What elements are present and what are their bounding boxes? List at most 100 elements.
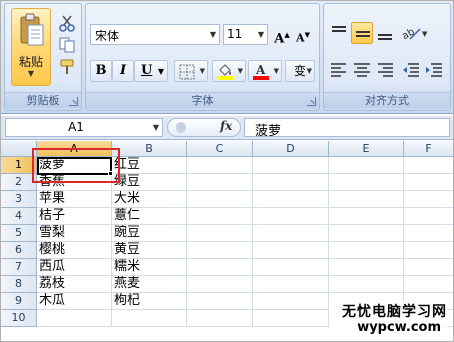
- cell-a[interactable]: 雪梨: [37, 225, 112, 242]
- cell-b[interactable]: 豌豆: [112, 225, 187, 242]
- phonetic-button[interactable]: 变 ▼: [285, 60, 315, 82]
- formula-input[interactable]: 菠萝: [244, 118, 450, 139]
- empty-cell[interactable]: [187, 191, 253, 208]
- chevron-down-icon[interactable]: ▼: [255, 25, 267, 44]
- empty-cell[interactable]: [404, 208, 453, 225]
- empty-cell[interactable]: [253, 157, 329, 174]
- cell-a[interactable]: 樱桃: [37, 242, 112, 259]
- fill-color-button[interactable]: ▼: [212, 60, 246, 82]
- empty-cell[interactable]: [329, 276, 404, 293]
- empty-cell[interactable]: [404, 259, 453, 276]
- align-middle-button[interactable]: [351, 22, 373, 44]
- dialog-launcher-icon[interactable]: [307, 97, 316, 106]
- cell-a[interactable]: 桔子: [37, 208, 112, 225]
- column-header-b[interactable]: B: [112, 141, 187, 157]
- empty-cell[interactable]: [253, 242, 329, 259]
- column-header-c[interactable]: C: [187, 141, 253, 157]
- cell-a[interactable]: 苹果: [37, 191, 112, 208]
- cell-b[interactable]: 大米: [112, 191, 187, 208]
- cell-b[interactable]: [112, 310, 187, 327]
- insert-function-button[interactable]: fx: [220, 119, 232, 133]
- empty-cell[interactable]: [253, 225, 329, 242]
- cell-b[interactable]: 绿豆: [112, 174, 187, 191]
- font-size-select[interactable]: 11 ▼: [223, 24, 268, 45]
- empty-cell[interactable]: [253, 208, 329, 225]
- align-bottom-button[interactable]: [374, 22, 396, 44]
- format-painter-icon[interactable]: [57, 58, 77, 76]
- empty-cell[interactable]: [329, 157, 404, 174]
- decrease-indent-button[interactable]: [400, 59, 422, 81]
- cell-a[interactable]: [37, 310, 112, 327]
- shrink-font-button[interactable]: A▼: [293, 24, 313, 45]
- cell-a[interactable]: 西瓜: [37, 259, 112, 276]
- underline-button[interactable]: U ▼: [134, 60, 168, 82]
- grow-font-button[interactable]: A▲: [272, 24, 292, 46]
- resize-handle-icon[interactable]: [176, 122, 186, 133]
- empty-cell[interactable]: [253, 191, 329, 208]
- empty-cell[interactable]: [187, 208, 253, 225]
- empty-cell[interactable]: [404, 242, 453, 259]
- row-header[interactable]: 5: [1, 225, 37, 242]
- orientation-button[interactable]: ab ▼: [400, 22, 430, 44]
- empty-cell[interactable]: [404, 174, 453, 191]
- empty-cell[interactable]: [253, 174, 329, 191]
- empty-cell[interactable]: [187, 259, 253, 276]
- active-cell-border[interactable]: [37, 157, 112, 175]
- empty-cell[interactable]: [187, 225, 253, 242]
- cell-a[interactable]: 荔枝: [37, 276, 112, 293]
- empty-cell[interactable]: [404, 191, 453, 208]
- empty-cell[interactable]: [404, 157, 453, 174]
- row-header[interactable]: 3: [1, 191, 37, 208]
- cell-a[interactable]: 木瓜: [37, 293, 112, 310]
- row-header[interactable]: 8: [1, 276, 37, 293]
- paste-button[interactable]: 粘贴 ▼: [11, 8, 51, 86]
- column-header-e[interactable]: E: [329, 141, 404, 157]
- column-header-d[interactable]: D: [253, 141, 329, 157]
- copy-icon[interactable]: [57, 36, 77, 54]
- empty-cell[interactable]: [187, 157, 253, 174]
- empty-cell[interactable]: [187, 293, 253, 310]
- row-header[interactable]: 6: [1, 242, 37, 259]
- empty-cell[interactable]: [253, 310, 329, 327]
- empty-cell[interactable]: [253, 276, 329, 293]
- column-header-f[interactable]: F: [404, 141, 453, 157]
- empty-cell[interactable]: [404, 276, 453, 293]
- empty-cell[interactable]: [329, 259, 404, 276]
- row-header[interactable]: 10: [1, 310, 37, 327]
- align-right-button[interactable]: [374, 59, 396, 81]
- empty-cell[interactable]: [253, 259, 329, 276]
- cell-b[interactable]: 枸杞: [112, 293, 187, 310]
- empty-cell[interactable]: [404, 225, 453, 242]
- italic-button[interactable]: I: [112, 60, 134, 82]
- cell-b[interactable]: 糯米: [112, 259, 187, 276]
- cell-b[interactable]: 黄豆: [112, 242, 187, 259]
- empty-cell[interactable]: [187, 242, 253, 259]
- borders-button[interactable]: ▼: [174, 60, 208, 82]
- dialog-launcher-icon[interactable]: [69, 97, 78, 106]
- empty-cell[interactable]: [329, 174, 404, 191]
- empty-cell[interactable]: [253, 293, 329, 310]
- align-center-button[interactable]: [351, 59, 373, 81]
- row-header[interactable]: 9: [1, 293, 37, 310]
- empty-cell[interactable]: [187, 310, 253, 327]
- cell-b[interactable]: 红豆: [112, 157, 187, 174]
- empty-cell[interactable]: [329, 208, 404, 225]
- font-name-select[interactable]: 宋体 ▼: [90, 24, 220, 45]
- worksheet-grid[interactable]: A B C D E F 1 2 3 4 5 6 7 8 9 10 菠萝 红豆 香蕉绿…: [1, 141, 453, 341]
- empty-cell[interactable]: [187, 276, 253, 293]
- bold-button[interactable]: B: [90, 60, 112, 82]
- increase-indent-button[interactable]: [423, 59, 445, 81]
- empty-cell[interactable]: [187, 174, 253, 191]
- align-left-button[interactable]: [328, 59, 350, 81]
- align-top-button[interactable]: [328, 22, 350, 44]
- chevron-down-icon[interactable]: ▼: [207, 25, 219, 44]
- row-header[interactable]: 4: [1, 208, 37, 225]
- row-header[interactable]: 7: [1, 259, 37, 276]
- fill-handle[interactable]: [108, 171, 113, 176]
- empty-cell[interactable]: [329, 225, 404, 242]
- chevron-down-icon[interactable]: ▼: [150, 119, 162, 136]
- font-color-button[interactable]: A ▼: [248, 60, 282, 82]
- cut-icon[interactable]: [57, 14, 77, 32]
- empty-cell[interactable]: [329, 191, 404, 208]
- cell-b[interactable]: 燕麦: [112, 276, 187, 293]
